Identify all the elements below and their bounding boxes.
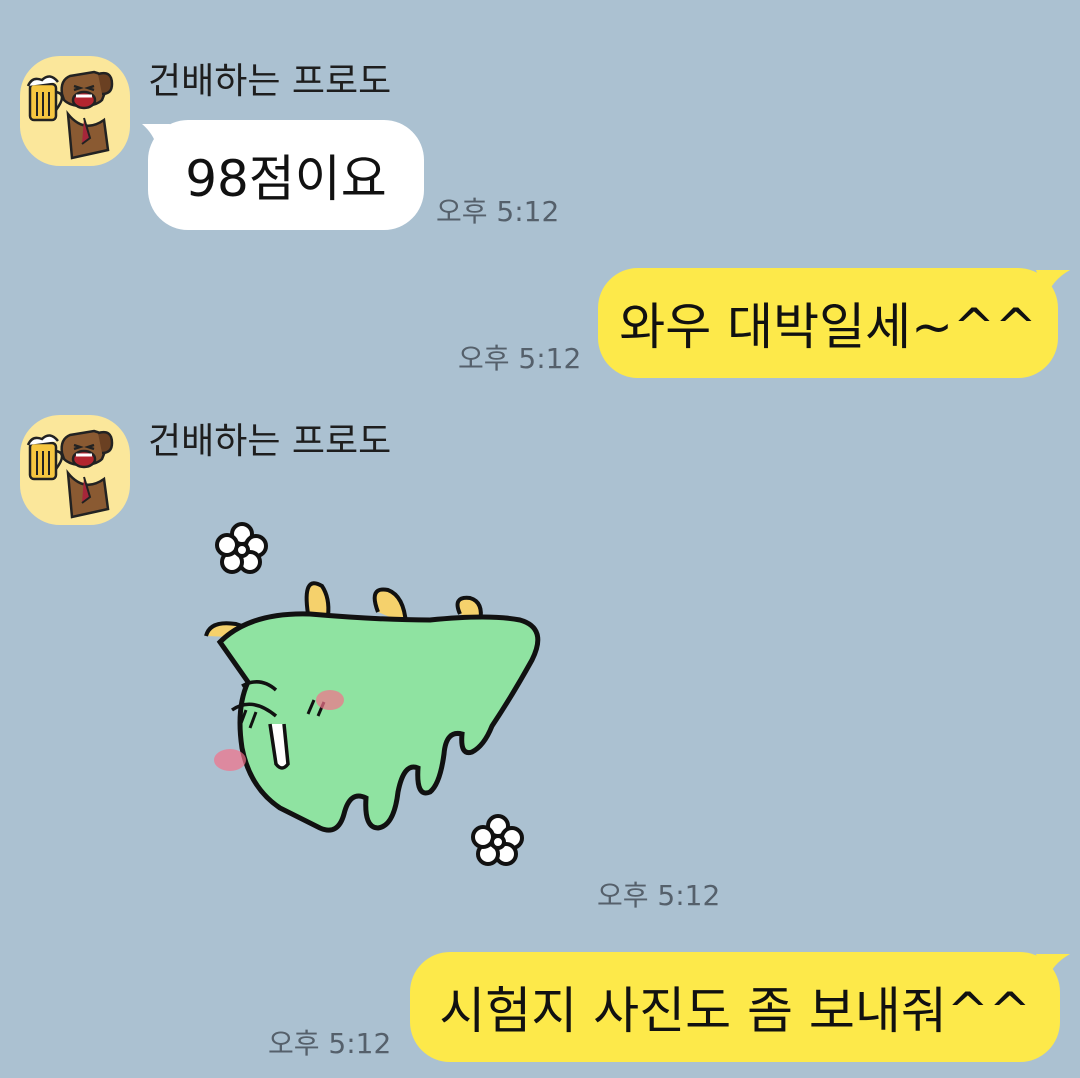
sender-avatar[interactable] (20, 415, 130, 525)
message-timestamp: 오후 5:12 (597, 879, 721, 912)
frodo-beer-avatar-icon (26, 70, 114, 160)
sender-name: 건배하는 프로도 (148, 421, 392, 462)
outgoing-message-bubble[interactable]: 와우 대박일세~^^ (598, 268, 1058, 378)
green-dragon-sticker[interactable] (190, 510, 550, 880)
sender-avatar[interactable] (20, 56, 130, 166)
message-timestamp: 오후 5:12 (458, 342, 582, 375)
message-timestamp: 오후 5:12 (436, 195, 560, 228)
outgoing-message-bubble[interactable]: 시험지 사진도 좀 보내줘^^ (410, 952, 1060, 1062)
message-timestamp: 오후 5:12 (268, 1027, 392, 1060)
incoming-message-bubble[interactable]: 98점이요 (148, 120, 424, 230)
frodo-beer-avatar-icon (26, 429, 114, 519)
sender-name: 건배하는 프로도 (148, 61, 392, 102)
